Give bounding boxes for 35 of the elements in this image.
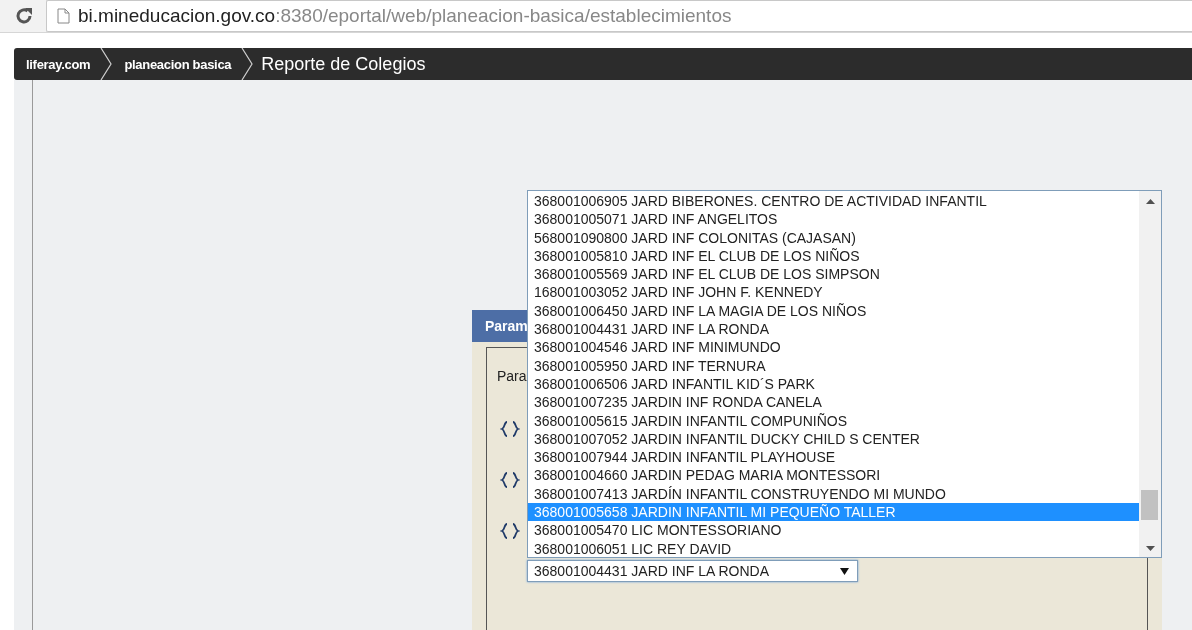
reload-icon[interactable] bbox=[14, 6, 34, 26]
select-field[interactable]: 368001004431 JARD INF LA RONDA bbox=[527, 560, 858, 582]
scroll-down-icon[interactable] bbox=[1145, 546, 1155, 551]
dropdown-option[interactable]: 568001090800 JARD INF COLONITAS (CAJASAN) bbox=[528, 228, 1139, 247]
braces-icon bbox=[500, 421, 520, 437]
braces-icon bbox=[500, 523, 520, 539]
dropdown-option[interactable]: 368001005470 LIC MONTESSORIANO bbox=[528, 521, 1139, 540]
dropdown-option[interactable]: 368001006051 LIC REY DAVID bbox=[528, 539, 1139, 558]
dropdown-option[interactable]: 368001007235 JARDIN INF RONDA CANELA bbox=[528, 393, 1139, 412]
chevron-icon bbox=[100, 48, 113, 80]
breadcrumb-link[interactable]: liferay.com bbox=[14, 48, 101, 80]
dropdown-option[interactable]: 368001005950 JARD INF TERNURA bbox=[528, 356, 1139, 375]
dropdown-option[interactable]: 368001005810 JARD INF EL CLUB DE LOS NIÑOS bbox=[528, 246, 1139, 266]
address-field[interactable]: bi.mineducacion.gov.co:8380/eportal/web/planeacion-basica/establecimientos bbox=[46, 0, 1192, 32]
dropdown-option[interactable]: 368001004431 JARD INF LA RONDA bbox=[528, 320, 1139, 339]
dropdown-option[interactable]: 368001007944 JARDIN INFANTIL PLAYHOUSE bbox=[528, 448, 1139, 467]
section-label: Para bbox=[497, 368, 527, 384]
scrollbar[interactable] bbox=[1139, 191, 1161, 557]
page-icon bbox=[57, 8, 70, 24]
dropdown-option[interactable]: 368001005615 JARDIN INFANTIL COMPUNIÑOS bbox=[528, 411, 1139, 430]
dropdown-arrow-icon bbox=[840, 567, 849, 575]
dropdown-option[interactable]: 368001005071 JARD INF ANGELITOS bbox=[528, 210, 1139, 229]
dropdown-option[interactable]: 368001007413 JARDÍN INFANTIL CONSTRUYENDO MI MUNDO bbox=[528, 484, 1139, 504]
breadcrumb-link[interactable]: Reporte de Colegios bbox=[253, 48, 438, 80]
dropdown-option[interactable]: 368001006905 JARD BIBERONES. CENTRO DE ACTIVIDAD INFANTIL bbox=[528, 192, 1139, 211]
dropdown-option[interactable]: 368001005569 JARD INF EL CLUB DE LOS SIMPSON bbox=[528, 265, 1139, 284]
breadcrumb-link[interactable]: planeacion basica bbox=[112, 48, 242, 80]
scroll-up-icon[interactable] bbox=[1145, 199, 1155, 204]
dropdown-option[interactable]: 368001006506 JARD INFANTIL KID´S PARK bbox=[528, 374, 1139, 394]
dropdown-option[interactable]: 368001007052 JARDIN INFANTIL DUCKY CHILD S CENTER bbox=[528, 429, 1139, 449]
chevron-icon bbox=[241, 48, 254, 80]
scrollbar-thumb[interactable] bbox=[1141, 490, 1158, 520]
braces-icon bbox=[500, 472, 520, 488]
dropdown-option[interactable]: 368001004660 JARDIN PEDAG MARIA MONTESSORI bbox=[528, 466, 1139, 485]
dropdown-option[interactable]: 168001003052 JARD INF JOHN F. KENNEDY bbox=[528, 283, 1139, 302]
